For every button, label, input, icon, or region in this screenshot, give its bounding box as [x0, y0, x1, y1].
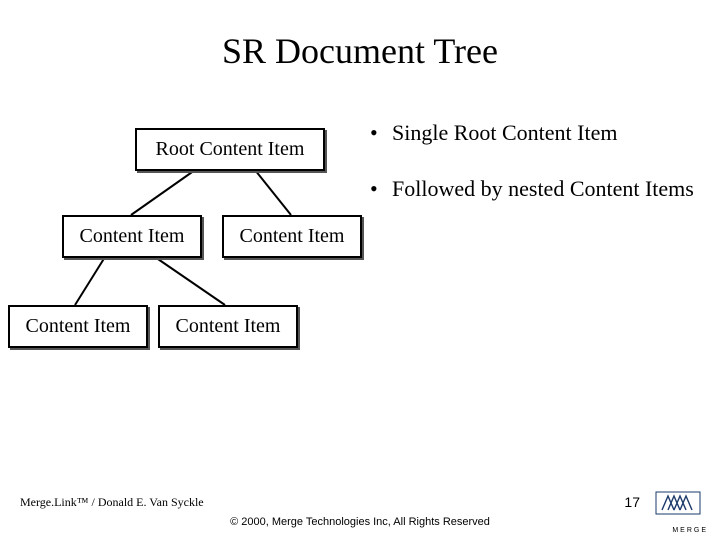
bullet-item: Followed by nested Content Items [370, 176, 700, 202]
bullet-item: Single Root Content Item [370, 120, 700, 146]
merge-logo-text: MERGE [672, 527, 708, 534]
footer-copyright: © 2000, Merge Technologies Inc, All Righ… [0, 516, 720, 528]
tree-node-l1-right: Content Item [222, 215, 362, 258]
bullet-list: Single Root Content Item Followed by nes… [370, 120, 700, 232]
merge-logo-icon [654, 490, 702, 522]
tree-connectors [0, 0, 720, 540]
tree-node-root: Root Content Item [135, 128, 325, 171]
slide-title: SR Document Tree [0, 30, 720, 72]
footer-author: Merge.Link™ / Donald E. Van Syckle [20, 495, 204, 510]
tree-node-l2-left: Content Item [8, 305, 148, 348]
slide: SR Document Tree Root Content Item Conte… [0, 0, 720, 540]
tree-node-l2-right: Content Item [158, 305, 298, 348]
page-number: 17 [624, 494, 640, 510]
tree-node-l1-left: Content Item [62, 215, 202, 258]
